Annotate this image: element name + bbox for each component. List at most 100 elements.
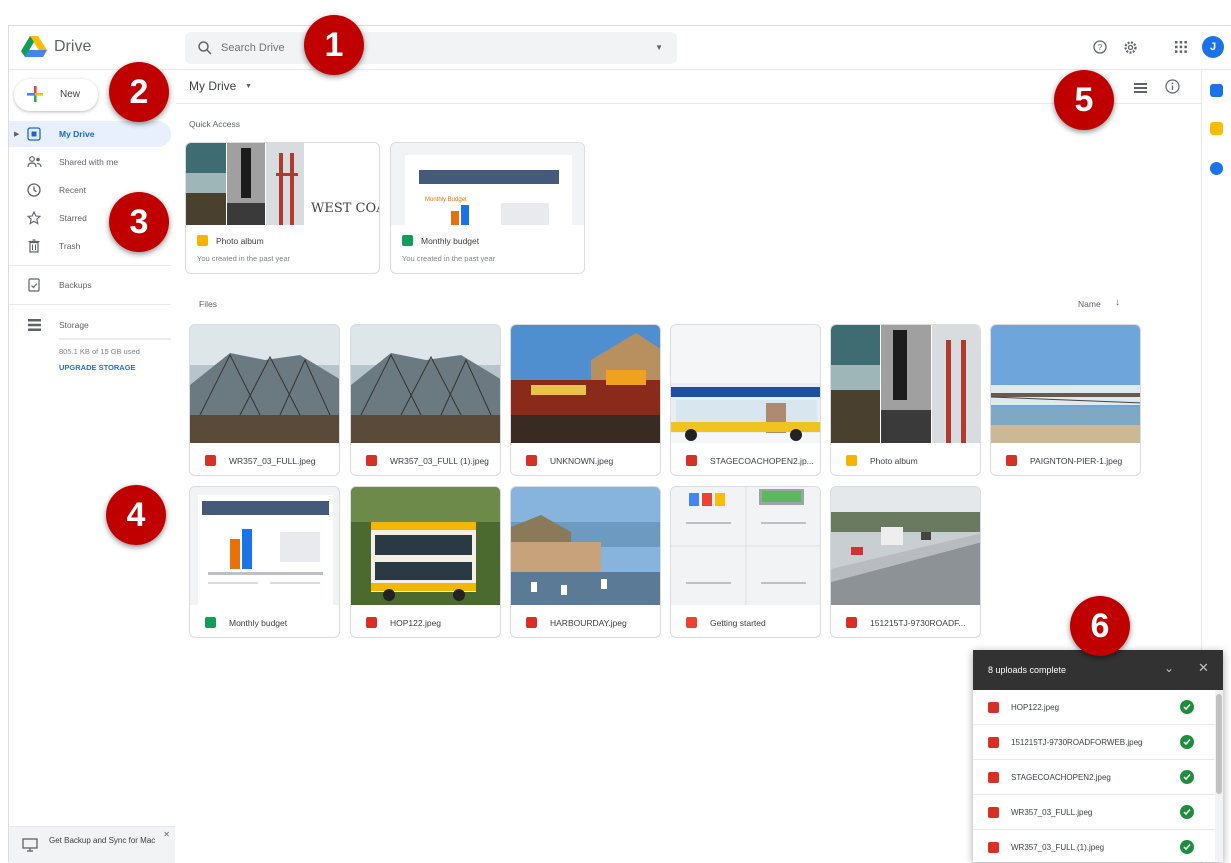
file-card[interactable]: Monthly budget [189,486,340,638]
upgrade-storage-link[interactable]: UPGRADE STORAGE [59,363,136,372]
account-avatar[interactable]: J [1202,36,1224,58]
apps-grid-icon[interactable] [1172,38,1190,56]
upload-scrollbar[interactable] [1215,690,1223,862]
sidebar-divider [9,304,171,305]
collapse-chevron-icon[interactable]: ⌄ [1164,661,1174,675]
checkmark-icon [1180,700,1194,714]
list-view-icon[interactable] [1134,83,1147,93]
close-icon[interactable]: ✕ [1198,660,1209,676]
upload-list-item[interactable]: HOP122.jpeg [973,690,1215,725]
quick-access-card[interactable]: WEST COAST ROAD TRIP Photo album You cre… [185,142,380,274]
sidebar-item-label: Trash [59,241,81,251]
budget-thumb-text: Monthly Budget [425,197,467,203]
sidebar-item-backups[interactable]: Backups [9,272,171,298]
file-card[interactable]: HOP122.jpeg [350,486,501,638]
help-icon[interactable]: ? [1091,38,1109,56]
upload-file-name: 151215TJ-9730ROADFORWEB.jpeg [1011,738,1143,747]
file-card[interactable]: Photo album [830,324,981,476]
file-thumbnail [831,325,980,443]
image-file-icon [988,772,999,783]
file-card[interactable]: WR357_03_FULL (1).jpeg [350,324,501,476]
main-header: My Drive ▼ [176,70,1201,104]
image-file-icon [846,617,857,628]
slides-file-icon [197,235,208,246]
checkmark-icon [1180,770,1194,784]
file-name: UNKNOWN.jpeg [550,456,614,466]
image-file-icon [988,702,999,713]
tasks-icon[interactable] [1210,162,1223,175]
sidebar-item-storage[interactable]: Storage [9,312,171,338]
computer-icon [22,838,38,852]
close-icon[interactable]: ✕ [163,830,170,839]
file-card[interactable]: 151215TJ-9730ROADF... [830,486,981,638]
upload-file-name: HOP122.jpeg [1011,703,1060,712]
file-thumbnail [671,487,820,605]
upload-list-item[interactable]: WR357_03_FULL.jpeg [973,795,1215,830]
star-icon [26,210,42,226]
quick-access-name: Photo album [216,236,264,246]
new-button[interactable]: New [14,79,98,111]
chevron-down-icon[interactable]: ▼ [245,83,252,90]
sheets-file-icon [205,617,216,628]
image-file-icon [988,807,999,818]
calendar-icon[interactable] [1210,84,1223,97]
drive-logo-icon[interactable] [21,36,47,58]
upload-list-item[interactable]: STAGECOACHOPEN2.jpeg [973,760,1215,795]
upload-panel-header: 8 uploads complete ⌄ ✕ [973,650,1223,690]
upload-file-name: STAGECOACHOPEN2.jpeg [1011,773,1111,782]
sort-name-button[interactable]: Name [1078,299,1101,309]
upload-list-item[interactable]: WR357_03_FULL (1).jpeg [973,830,1215,862]
upload-list-item[interactable]: 151215TJ-9730ROADFORWEB.jpeg [973,725,1215,760]
callout-badge-3: 3 [109,192,169,252]
search-options-icon[interactable]: ▼ [655,43,663,52]
quick-access-card[interactable]: Monthly Budget Monthly budget You create… [390,142,585,274]
page-title[interactable]: My Drive [189,79,236,93]
sidebar-item-label: Recent [59,185,86,195]
settings-gear-icon[interactable] [1121,38,1139,56]
backup-sync-banner[interactable]: Get Backup and Sync for Mac ✕ [9,826,175,863]
search-input[interactable] [221,40,621,56]
sidebar-item-label: Storage [59,320,89,330]
upload-progress-panel: 8 uploads complete ⌄ ✕ HOP122.jpeg 15121… [973,650,1223,862]
image-file-icon [526,455,537,466]
checkmark-icon [1180,840,1194,854]
file-name: Getting started [710,618,766,628]
plus-icon [27,86,43,102]
file-thumbnail [351,325,500,443]
file-name: STAGECOACHOPEN2.jp... [710,456,814,466]
callout-badge-1: 1 [304,15,364,75]
file-card[interactable]: WR357_03_FULL.jpeg [189,324,340,476]
sidebar-item-my-drive[interactable]: ▶ My Drive [9,121,171,147]
quick-access-subtitle: You created in the past year [402,254,496,263]
keep-icon[interactable] [1210,122,1223,135]
file-name: 151215TJ-9730ROADF... [870,618,966,628]
scrollbar-thumb[interactable] [1216,694,1222,794]
photo-album-thumb-text: WEST COAST ROAD TRIP [311,201,379,216]
file-card[interactable]: HARBOURDAY.jpeg [510,486,661,638]
sheets-file-icon [402,235,413,246]
search-bar[interactable]: ▼ [185,32,677,64]
sort-arrow-down-icon[interactable]: ↓ [1115,297,1120,308]
file-card[interactable]: PAIGNTON-PIER-1.jpeg [990,324,1141,476]
image-file-icon [988,842,999,853]
quick-access-subtitle: You created in the past year [197,254,291,263]
search-icon[interactable] [197,40,213,56]
expand-arrow-icon[interactable]: ▶ [14,130,19,138]
info-icon[interactable] [1165,79,1180,94]
quick-access-label: Quick Access [189,119,241,129]
upload-file-name: WR357_03_FULL.jpeg [1011,808,1093,817]
file-card[interactable]: Getting started [670,486,821,638]
file-card[interactable]: UNKNOWN.jpeg [510,324,661,476]
file-name: Photo album [870,456,918,466]
sidebar-item-shared[interactable]: Shared with me [9,149,171,175]
top-bar: Drive ▼ ? J [9,26,1231,70]
app-brand[interactable]: Drive [54,38,91,56]
checkmark-icon [1180,735,1194,749]
file-thumbnail [831,487,980,605]
upload-file-name: WR357_03_FULL (1).jpeg [1011,843,1105,852]
file-thumbnail [190,325,339,443]
trash-icon [26,238,42,254]
file-card[interactable]: STAGECOACHOPEN2.jp... [670,324,821,476]
storage-usage-bar [59,338,171,340]
sidebar-item-label: Backups [59,280,92,290]
